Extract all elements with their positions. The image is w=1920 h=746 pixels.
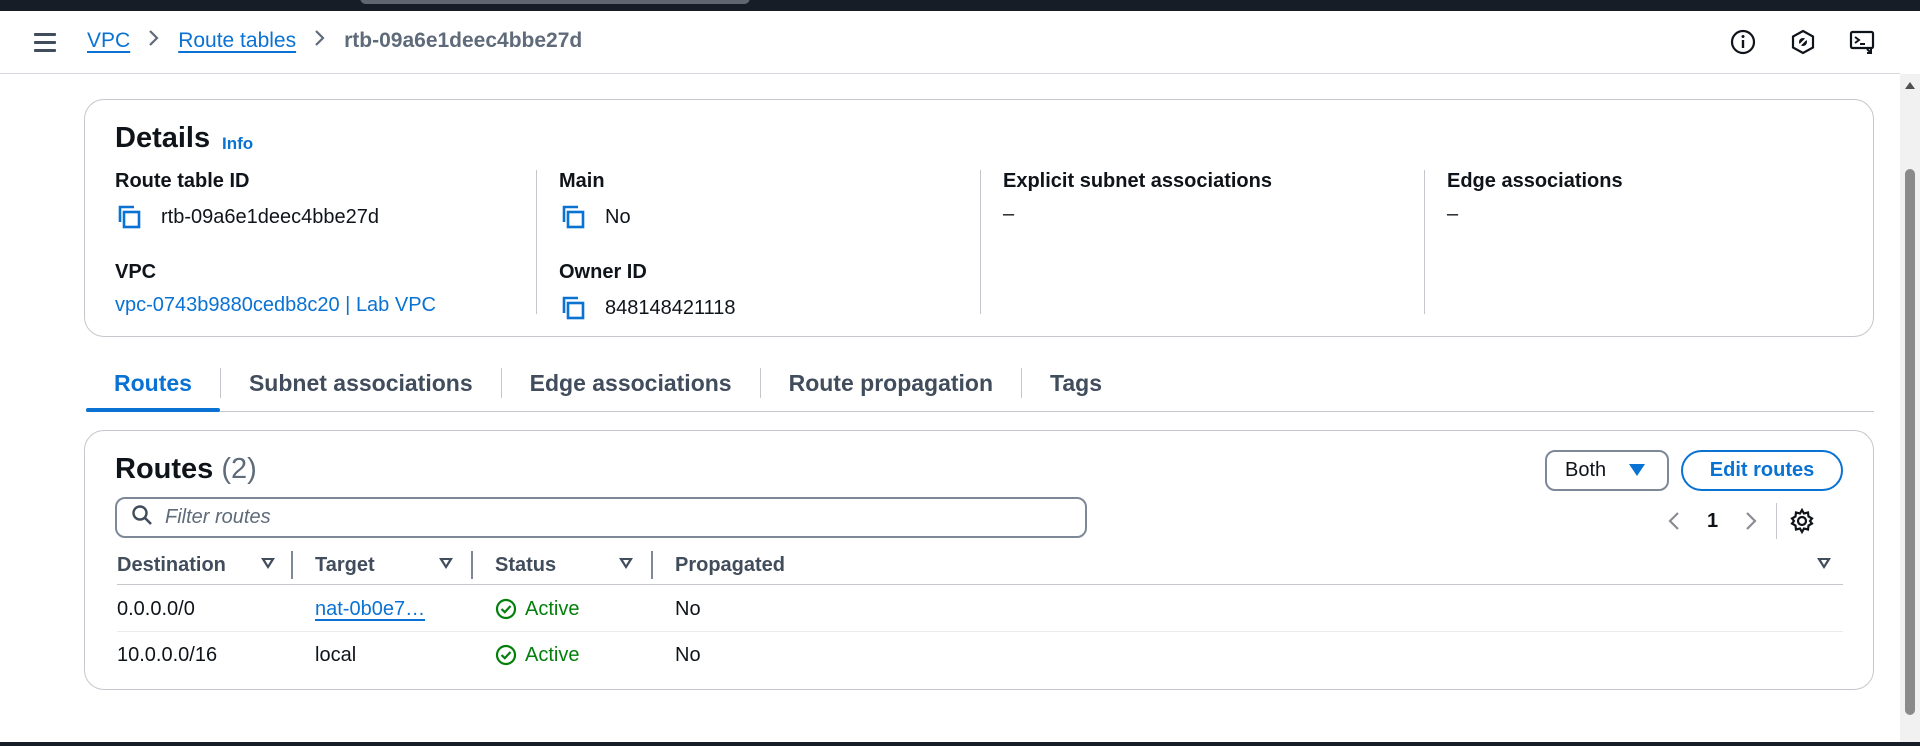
search-icon <box>131 504 153 531</box>
chevron-right-icon <box>314 29 326 53</box>
column-resizer[interactable] <box>471 551 473 579</box>
copy-icon[interactable] <box>559 294 587 322</box>
route-table-id-value: rtb-09a6e1deec4bbe27d <box>115 203 436 231</box>
owner-id-label: Owner ID <box>559 261 647 283</box>
sort-icon[interactable] <box>1817 558 1831 569</box>
details-column-3: Explicit subnet associations – <box>1003 170 1272 226</box>
tab-bar: Routes Subnet associations Edge associat… <box>86 362 1874 412</box>
column-divider <box>1424 170 1425 314</box>
previous-page-icon[interactable] <box>1663 508 1685 534</box>
breadcrumb-current: rtb-09a6e1deec4bbe27d <box>344 29 583 52</box>
cell-target: local <box>315 643 357 666</box>
routes-title: Routes (2) <box>115 453 257 486</box>
cell-target: nat-0b0e7… <box>315 586 425 632</box>
edge-associations-label: Edge associations <box>1447 170 1623 192</box>
cell-status: Active <box>495 632 579 678</box>
copy-icon[interactable] <box>115 203 143 231</box>
cell-status: Active <box>495 586 579 632</box>
bottom-strip <box>0 742 1920 746</box>
breadcrumb-route-tables[interactable]: Route tables <box>178 29 296 53</box>
browser-tab-edge <box>360 0 750 4</box>
cell-propagated: No <box>675 597 701 620</box>
filter-routes-input[interactable] <box>165 506 1065 529</box>
scrollbar-thumb[interactable] <box>1905 169 1915 715</box>
status-text: Active <box>525 643 580 666</box>
vpc-label: VPC <box>115 261 157 283</box>
tab-edge-associations[interactable]: Edge associations <box>502 362 760 411</box>
route-filter-select-value: Both <box>1565 459 1607 481</box>
chevron-right-icon <box>148 29 160 53</box>
tab-routes[interactable]: Routes <box>86 362 220 412</box>
sort-icon[interactable] <box>261 558 275 569</box>
routes-panel: Routes (2) Both Edit routes 1 Destinatio… <box>84 430 1874 690</box>
details-column-1: Route table ID rtb-09a6e1deec4bbe27d VPC… <box>115 170 436 317</box>
details-panel: Details Info Route table ID rtb-09a6e1de… <box>84 99 1874 337</box>
menu-icon[interactable] <box>34 33 58 53</box>
breadcrumb-vpc[interactable]: VPC <box>87 29 130 53</box>
target-link[interactable]: nat-0b0e7… <box>315 598 425 621</box>
pagination: 1 <box>1663 503 1817 539</box>
cell-destination: 0.0.0.0/0 <box>117 597 195 620</box>
table-header: Destination Target Status Propagated <box>117 549 1843 585</box>
breadcrumb: VPC Route tables rtb-09a6e1deec4bbe27d <box>87 29 582 53</box>
column-header-destination[interactable]: Destination <box>117 549 226 581</box>
tab-subnet-associations[interactable]: Subnet associations <box>221 362 501 411</box>
route-table-id-text: rtb-09a6e1deec4bbe27d <box>161 205 379 228</box>
owner-id-text: 848148421118 <box>605 296 736 319</box>
explicit-subnet-associations-label: Explicit subnet associations <box>1003 170 1272 192</box>
details-title: Details <box>115 122 211 154</box>
column-resizer[interactable] <box>291 551 293 579</box>
details-column-2: Main No Owner ID 848148421118 <box>559 170 736 322</box>
status-success-icon <box>495 598 517 620</box>
details-column-4: Edge associations – <box>1447 170 1623 226</box>
owner-id-value: 848148421118 <box>559 294 736 322</box>
status-success-icon <box>495 644 517 666</box>
page-number[interactable]: 1 <box>1707 510 1718 533</box>
column-header-target[interactable]: Target <box>315 549 375 581</box>
routes-count: (2) <box>221 453 257 485</box>
routes-title-text: Routes <box>115 453 214 485</box>
next-page-icon[interactable] <box>1740 508 1762 534</box>
route-table-id-label: Route table ID <box>115 170 250 192</box>
column-resizer[interactable] <box>651 551 653 579</box>
sort-icon[interactable] <box>439 558 453 569</box>
main-value-text: No <box>605 205 631 228</box>
column-header-status[interactable]: Status <box>495 549 556 581</box>
edge-associations-value: – <box>1447 203 1459 225</box>
cell-destination: 10.0.0.0/16 <box>117 643 218 666</box>
column-divider <box>980 170 981 314</box>
notifications-icon[interactable] <box>1788 27 1818 57</box>
main-value: No <box>559 203 736 231</box>
top-navigation-bar: VPC Route tables rtb-09a6e1deec4bbe27d <box>0 11 1900 74</box>
column-divider <box>536 170 537 314</box>
explicit-subnet-associations-value: – <box>1003 203 1015 225</box>
sort-icon[interactable] <box>619 558 633 569</box>
scroll-up-icon[interactable] <box>1905 82 1915 89</box>
info-link[interactable]: Info <box>222 134 253 154</box>
tab-tags[interactable]: Tags <box>1022 362 1130 411</box>
status-text: Active <box>525 597 580 620</box>
edit-routes-button[interactable]: Edit routes <box>1681 450 1843 491</box>
vpc-link[interactable]: vpc-0743b9880cedb8c20 | Lab VPC <box>115 294 436 317</box>
gear-icon[interactable] <box>1787 506 1817 536</box>
main-label: Main <box>559 170 605 192</box>
info-icon[interactable] <box>1728 27 1758 57</box>
route-filter-select[interactable]: Both <box>1545 450 1669 491</box>
browser-top-strip <box>0 0 1920 11</box>
tab-route-propagation[interactable]: Route propagation <box>761 362 1021 411</box>
table-row: 0.0.0.0/0 nat-0b0e7… Active No <box>117 586 1843 632</box>
filter-routes-field[interactable] <box>115 497 1087 538</box>
table-row: 10.0.0.0/16 local Active No <box>117 632 1843 678</box>
cell-propagated: No <box>675 643 701 666</box>
pager-divider <box>1776 503 1778 539</box>
scrollbar[interactable] <box>1900 74 1920 746</box>
column-header-propagated[interactable]: Propagated <box>675 549 785 581</box>
caret-down-icon <box>1629 464 1645 476</box>
cloudshell-icon[interactable] <box>1848 27 1878 57</box>
copy-icon[interactable] <box>559 203 587 231</box>
